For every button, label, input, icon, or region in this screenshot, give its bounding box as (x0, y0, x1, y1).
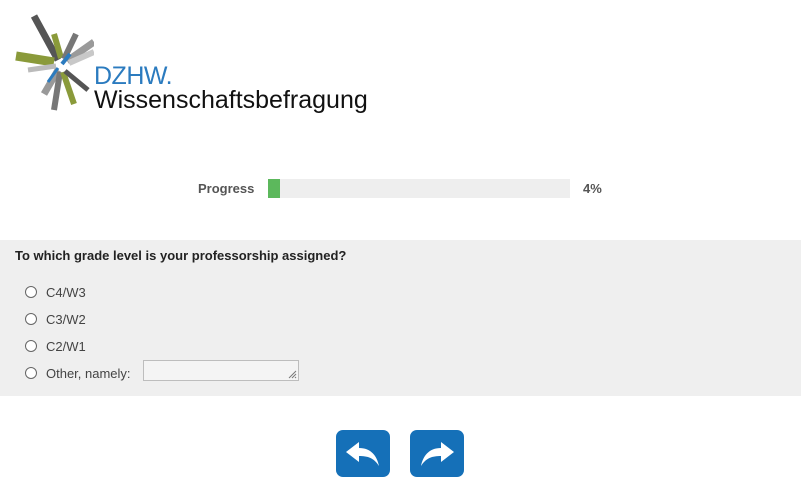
redo-arrow-icon (421, 441, 454, 466)
option-c4-w3[interactable]: C4/W3 (25, 283, 86, 301)
progress-value: 4% (583, 181, 602, 196)
question-text: To which grade level is your professorsh… (15, 248, 347, 263)
option-label: C4/W3 (46, 284, 86, 300)
dzhw-logo: DZHW. Wissenschaftsbefragung (14, 12, 384, 122)
radio-button[interactable] (25, 340, 37, 352)
progress-row: Progress 4% (0, 178, 801, 200)
option-c2-w1[interactable]: C2/W1 (25, 337, 86, 355)
option-label: Other, namely: (46, 365, 131, 381)
radio-button[interactable] (25, 313, 37, 325)
survey-page: DZHW. Wissenschaftsbefragung Progress 4%… (0, 0, 801, 486)
option-label: C3/W2 (46, 311, 86, 327)
logo-burst-icon (15, 14, 94, 111)
resize-grip-icon[interactable] (287, 369, 297, 379)
back-button[interactable] (336, 430, 390, 477)
progress-bar (268, 179, 570, 198)
option-c3-w2[interactable]: C3/W2 (25, 310, 86, 328)
option-other[interactable]: Other, namely: (25, 364, 131, 382)
option-label: C2/W1 (46, 338, 86, 354)
other-text-input[interactable] (143, 360, 299, 381)
progress-label: Progress (198, 181, 255, 196)
next-button[interactable] (410, 430, 464, 477)
question-block: To which grade level is your professorsh… (0, 240, 801, 396)
radio-button[interactable] (25, 367, 37, 379)
radio-button[interactable] (25, 286, 37, 298)
logo-subtitle: Wissenschaftsbefragung (94, 86, 368, 114)
progress-fill (268, 179, 280, 198)
undo-arrow-icon (346, 441, 379, 466)
